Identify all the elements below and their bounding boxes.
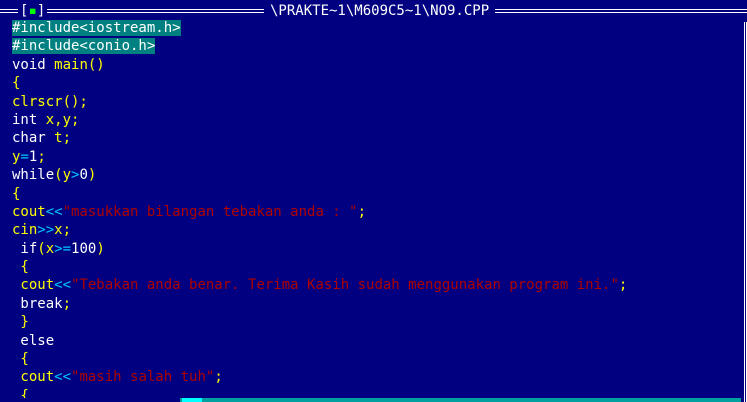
code-token: ): [96, 240, 105, 257]
code-token: main: [54, 56, 88, 73]
code-line[interactable]: char t;: [12, 129, 741, 147]
code-token: int: [12, 111, 46, 128]
code-token: ;: [71, 111, 80, 128]
code-line[interactable]: {: [12, 74, 741, 92]
code-token: cout: [12, 369, 55, 386]
code-token: (: [37, 240, 46, 257]
code-editor[interactable]: #include<iostream.h> #include<conio.h> voi…: [12, 19, 741, 402]
code-line[interactable]: cout<<"masih salah tuh";: [12, 368, 741, 386]
code-token: x: [54, 222, 63, 239]
close-icon: ▪: [28, 3, 37, 19]
code-token: {: [12, 259, 29, 276]
code-token: ;: [62, 130, 72, 147]
code-token: (): [87, 56, 105, 73]
code-token: <<: [54, 277, 72, 294]
code-token: clrscr: [12, 93, 63, 110]
code-token: ;: [214, 369, 223, 386]
code-token: ;: [62, 295, 72, 312]
code-line[interactable]: while(y>0): [12, 166, 741, 184]
code-token: #include<iostream.h>: [12, 20, 181, 36]
code-token: ;: [37, 148, 46, 165]
code-token: char: [12, 130, 55, 147]
code-token: >=: [54, 240, 72, 257]
code-line[interactable]: cout<<"masukkan bilangan tebakan anda : …: [12, 203, 741, 221]
code-token: void: [12, 56, 55, 73]
close-button[interactable]: [▪]: [18, 2, 48, 20]
code-line[interactable]: {: [12, 185, 741, 203]
code-line[interactable]: }: [12, 313, 741, 331]
code-token: #include<conio.h>: [12, 38, 156, 55]
code-line[interactable]: else: [12, 332, 741, 350]
code-token: break: [12, 295, 63, 312]
code-token: ;: [357, 203, 367, 220]
code-token: =: [20, 148, 29, 165]
horizontal-scrollbar[interactable]: [0, 398, 741, 402]
code-token: <<: [45, 203, 63, 220]
code-token: x: [45, 240, 55, 257]
scrollbar-thumb[interactable]: [182, 398, 202, 402]
code-line[interactable]: {: [12, 350, 741, 368]
code-line[interactable]: cout<<"Tebakan anda benar. Terima Kasih …: [12, 276, 741, 294]
code-token: {: [12, 75, 21, 92]
code-token: "masih salah tuh": [71, 369, 215, 386]
code-token: cin: [12, 222, 38, 239]
code-line[interactable]: y=1;: [12, 148, 741, 166]
editor-window: [▪] \PRAKTE~1\M609C5~1\NO9.CPP #include<…: [0, 0, 747, 402]
code-token: }: [12, 314, 29, 331]
code-token: {: [12, 351, 29, 368]
code-line[interactable]: #include<iostream.h>: [12, 19, 741, 37]
code-line[interactable]: cin>>x;: [12, 221, 741, 239]
code-token: else: [12, 332, 55, 349]
code-token: >>: [37, 222, 55, 239]
close-box-right: ]: [36, 3, 46, 19]
code-token: "masukkan bilangan tebakan anda : ": [62, 203, 358, 220]
code-token: cout: [12, 277, 55, 294]
code-token: ,: [54, 111, 63, 128]
code-token: y: [62, 111, 72, 128]
code-token: x: [45, 111, 55, 128]
code-token: ;: [62, 222, 72, 239]
code-line[interactable]: {: [12, 258, 741, 276]
code-token: y: [62, 167, 72, 184]
code-token: cout: [12, 203, 46, 220]
code-line[interactable]: clrscr();: [12, 93, 741, 111]
code-token: t: [54, 130, 63, 147]
code-token: if: [12, 240, 38, 257]
code-line[interactable]: void main(): [12, 56, 741, 74]
window-title: \PRAKTE~1\M609C5~1\NO9.CPP: [264, 2, 496, 20]
code-token: "Tebakan anda benar. Terima Kasih sudah …: [71, 277, 619, 294]
code-token: ;: [618, 277, 628, 294]
code-token: while: [12, 167, 55, 184]
code-line[interactable]: break;: [12, 295, 741, 313]
code-token: 100: [71, 240, 97, 257]
code-line[interactable]: int x,y;: [12, 111, 741, 129]
scrollbar-track[interactable]: [180, 398, 741, 402]
code-token: (: [54, 167, 63, 184]
code-token: <<: [54, 369, 72, 386]
code-line[interactable]: #include<conio.h>: [12, 37, 741, 55]
code-token: {: [12, 185, 21, 202]
code-line[interactable]: if(x>=100): [12, 240, 741, 258]
code-token: 0: [79, 167, 88, 184]
code-token: ): [87, 167, 97, 184]
code-token: ();: [62, 93, 88, 110]
